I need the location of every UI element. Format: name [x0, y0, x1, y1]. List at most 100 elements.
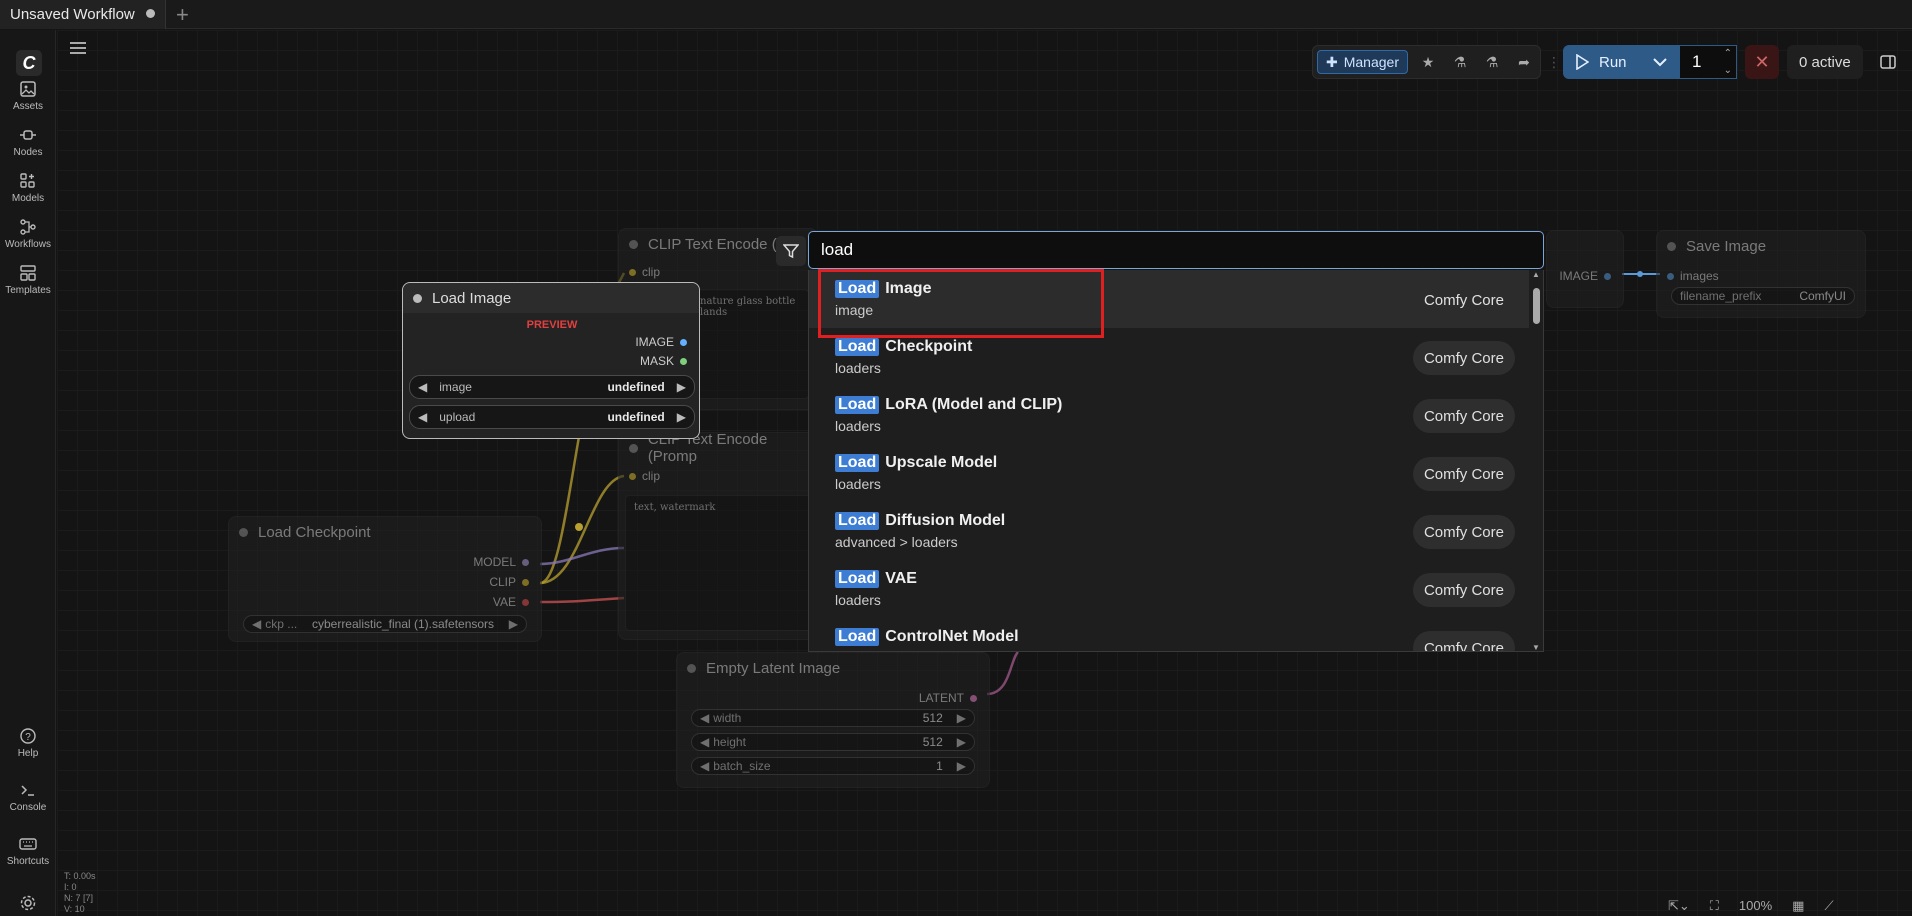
- node-save-image[interactable]: Save Image images filename_prefix ComfyU…: [1656, 230, 1866, 318]
- left-arrow-icon[interactable]: ◀: [418, 410, 427, 424]
- workflows-icon: [20, 219, 36, 235]
- ckpt-name-combo[interactable]: ◀ ckp ... cyberrealistic_final (1).safete…: [243, 615, 527, 633]
- widget-value: 1: [936, 759, 943, 773]
- toggle-panel-button[interactable]: [1871, 45, 1905, 79]
- search-result-load-image[interactable]: Load Image image Comfy Core: [809, 270, 1529, 328]
- sidebar-item-templates[interactable]: Templates: [0, 264, 56, 296]
- height-stepper[interactable]: ◀ height 512 ▶: [691, 733, 975, 751]
- share-icon[interactable]: ➦: [1508, 47, 1540, 77]
- node-search-input[interactable]: [808, 231, 1544, 269]
- sidebar-item-workflows[interactable]: Workflows: [0, 218, 56, 250]
- input-slot-icon[interactable]: [629, 268, 636, 276]
- settings-button[interactable]: [0, 894, 56, 912]
- slot-label: IMAGE: [635, 335, 674, 349]
- result-category: image: [835, 302, 874, 318]
- result-highlight: Load: [835, 338, 880, 356]
- run-button[interactable]: Run: [1563, 45, 1679, 79]
- flask-alt-icon[interactable]: ⚗: [1476, 47, 1508, 77]
- node-clip-text-encode-negative[interactable]: CLIP Text Encode (Promp clip text, water…: [618, 431, 818, 640]
- sidebar-item-shortcuts[interactable]: Shortcuts: [0, 835, 56, 867]
- cancel-queue-button[interactable]: ✕: [1745, 45, 1779, 79]
- sidebar-item-nodes[interactable]: Nodes: [0, 126, 56, 158]
- fit-view-icon[interactable]: ⛶: [1710, 898, 1719, 916]
- scroll-down-icon[interactable]: ▼: [1532, 643, 1540, 651]
- result-category: loaders: [835, 360, 881, 376]
- decrement-icon[interactable]: ⌄: [1724, 65, 1732, 76]
- filename-prefix-field[interactable]: filename_prefix ComfyUI: [1671, 287, 1855, 305]
- flask-icon[interactable]: ⚗: [1444, 47, 1476, 77]
- node-status-dot-icon: [1667, 241, 1676, 251]
- link-visibility-icon[interactable]: ⟋: [1824, 898, 1833, 916]
- left-arrow-icon[interactable]: ◀: [252, 617, 261, 631]
- manager-button[interactable]: ✚ Manager: [1317, 50, 1408, 74]
- search-result-load-checkpoint[interactable]: Load Checkpoint loaders Comfy Core: [809, 328, 1529, 386]
- zoom-level[interactable]: 100%: [1739, 898, 1772, 916]
- search-result-load-controlnet-model[interactable]: Load ControlNet Model loaders Comfy Core: [809, 618, 1529, 651]
- search-result-load-vae[interactable]: Load VAE loaders Comfy Core: [809, 560, 1529, 618]
- drag-handle-icon[interactable]: ⋮⋮: [1547, 54, 1575, 71]
- result-source-badge: Comfy Core: [1412, 515, 1515, 549]
- output-slot-icon[interactable]: [522, 558, 529, 566]
- result-highlight: Load: [835, 280, 880, 298]
- decrement-icon[interactable]: ◀: [700, 759, 709, 773]
- upload-combo[interactable]: ◀ upload undefined ▶: [409, 405, 695, 429]
- decrement-icon[interactable]: ◀: [700, 711, 709, 725]
- search-result-load-lora[interactable]: Load LoRA (Model and CLIP) loaders Comfy …: [809, 386, 1529, 444]
- prompt-textarea[interactable]: text, watermark: [625, 495, 813, 631]
- batch-count-input[interactable]: 1 ⌃ ⌄: [1679, 45, 1737, 79]
- minimap-icon[interactable]: ▦: [1792, 898, 1804, 916]
- comfy-logo-icon[interactable]: C: [16, 50, 42, 76]
- select-mode-icon[interactable]: ⇱⌄: [1668, 898, 1690, 916]
- output-slot-icon[interactable]: [522, 578, 529, 586]
- manager-label: Manager: [1343, 54, 1399, 70]
- node-empty-latent-image[interactable]: Empty Latent Image LATENT ◀ width 512 ▶ ◀ h…: [676, 652, 990, 788]
- sidebar-item-help[interactable]: ? Help: [0, 727, 56, 759]
- result-highlight: Load: [835, 628, 880, 646]
- input-slot-icon[interactable]: [629, 472, 636, 480]
- search-result-load-diffusion-model[interactable]: Load Diffusion Model advanced > loaders C…: [809, 502, 1529, 560]
- decrement-icon[interactable]: ◀: [700, 735, 709, 749]
- puzzle-icon: ✚: [1326, 53, 1338, 70]
- width-stepper[interactable]: ◀ width 512 ▶: [691, 709, 975, 727]
- increment-icon[interactable]: ▶: [957, 711, 966, 725]
- increment-icon[interactable]: ⌃: [1724, 48, 1732, 59]
- new-tab-button[interactable]: +: [176, 2, 189, 28]
- output-slot-icon[interactable]: [970, 694, 977, 702]
- output-slot-icon[interactable]: [680, 357, 687, 365]
- right-arrow-icon[interactable]: ▶: [509, 617, 518, 631]
- node-load-image[interactable]: Load Image PREVIEW IMAGE MASK ◀ image und…: [402, 282, 700, 439]
- slot-label: images: [1680, 269, 1719, 283]
- sidebar-item-console[interactable]: Console: [0, 781, 56, 813]
- increment-icon[interactable]: ▶: [957, 759, 966, 773]
- scroll-thumb[interactable]: [1533, 288, 1540, 324]
- render-stats: T: 0.00s I: 0 N: 7 [7] V: 10: [64, 871, 96, 915]
- results-scrollbar[interactable]: ▲ ▼: [1529, 270, 1543, 651]
- star-icon[interactable]: ★: [1412, 47, 1444, 77]
- unsaved-dot-icon[interactable]: [146, 9, 155, 18]
- active-queue-count[interactable]: 0 active: [1787, 45, 1863, 79]
- right-arrow-icon[interactable]: ▶: [677, 410, 686, 424]
- node-vae-decode[interactable]: IMAGE: [1546, 230, 1624, 308]
- left-arrow-icon[interactable]: ◀: [418, 380, 427, 394]
- search-result-load-upscale-model[interactable]: Load Upscale Model loaders Comfy Core: [809, 444, 1529, 502]
- sidebar-item-assets[interactable]: Assets: [0, 80, 56, 112]
- increment-icon[interactable]: ▶: [957, 735, 966, 749]
- prompt-text: text, watermark: [634, 502, 716, 513]
- output-slot-icon[interactable]: [680, 338, 687, 346]
- node-load-checkpoint[interactable]: Load Checkpoint MODEL CLIP VAE ◀ ckp ... …: [228, 516, 542, 642]
- slot-label: MASK: [639, 354, 674, 368]
- scroll-up-icon[interactable]: ▲: [1532, 270, 1540, 279]
- tab-unsaved-workflow[interactable]: Unsaved Workflow: [0, 0, 166, 29]
- slot-label: clip: [642, 265, 661, 279]
- image-combo[interactable]: ◀ image undefined ▶: [409, 375, 695, 399]
- input-slot-icon[interactable]: [1667, 272, 1674, 280]
- filter-button[interactable]: [776, 236, 806, 266]
- sidebar-item-models[interactable]: Models: [0, 172, 56, 204]
- output-slot-icon[interactable]: [522, 598, 529, 606]
- chevron-down-icon[interactable]: [1652, 57, 1667, 67]
- menu-icon[interactable]: [70, 42, 86, 54]
- output-slot-icon[interactable]: [1604, 272, 1611, 280]
- prompt-textarea[interactable]: nature glass bottle lands: [691, 289, 809, 399]
- right-arrow-icon[interactable]: ▶: [677, 380, 686, 394]
- batch-size-stepper[interactable]: ◀ batch_size 1 ▶: [691, 757, 975, 775]
